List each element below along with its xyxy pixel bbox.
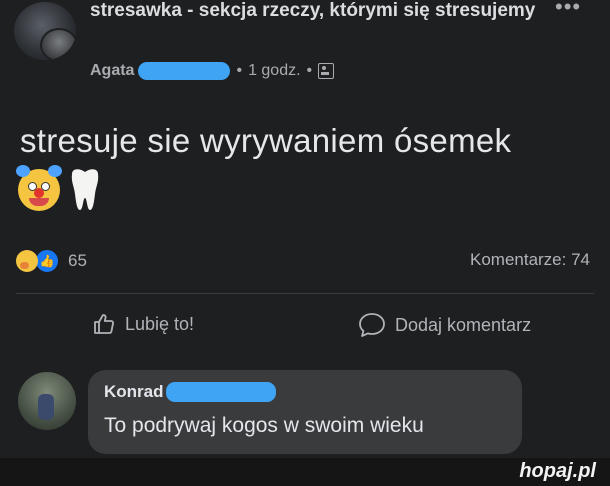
divider (16, 293, 594, 294)
care-reaction-icon (16, 250, 38, 272)
meta-separator: • (306, 62, 313, 79)
group-avatar[interactable] (14, 2, 76, 60)
author-name[interactable]: Agata (90, 62, 134, 80)
like-label: Lubię to! (125, 313, 195, 334)
redaction-mark (138, 62, 231, 80)
reaction-count: 65 (68, 251, 87, 270)
site-watermark: hopaj.pl (519, 460, 596, 482)
tooth-icon (71, 169, 99, 210)
post-meta: Agata • 1 godz. • (90, 62, 335, 80)
post-time[interactable]: 1 godz. (248, 62, 300, 80)
commenter-avatar[interactable] (18, 372, 76, 430)
post-text: stresuje sie wyrywaniem ósemek (20, 122, 512, 159)
clown-face-icon (16, 165, 62, 211)
audience-icon (318, 63, 335, 79)
commenter-name-row: Konrad (104, 382, 276, 402)
like-button[interactable]: Lubię to! (92, 312, 194, 336)
comments-count[interactable]: Komentarze: 74 (470, 250, 590, 270)
thumbs-up-icon (94, 314, 114, 334)
author-avatar[interactable] (40, 28, 76, 60)
meta-separator: • (236, 62, 243, 79)
comment-bubble-icon (359, 313, 385, 337)
group-title[interactable]: stresawka - sekcja rzeczy, którymi się s… (90, 0, 560, 24)
post-card: stresawka - sekcja rzeczy, którymi się s… (0, 0, 610, 458)
emoji-row (16, 165, 102, 212)
comment-button[interactable]: Dodaj komentarz (358, 312, 531, 338)
comment-label: Dodaj komentarz (395, 314, 532, 335)
commenter-name[interactable]: Konrad (104, 382, 164, 402)
comment-bubble: Konrad To podrywaj kogos w swoim wieku (88, 370, 522, 454)
footer-bar: hopaj.pl (0, 458, 610, 486)
comment-text: To podrywaj kogos w swoim wieku (104, 414, 424, 437)
reactions-summary[interactable]: 👍 65 (16, 248, 87, 274)
more-options-icon[interactable]: ••• (555, 0, 581, 20)
redaction-mark (165, 382, 276, 402)
